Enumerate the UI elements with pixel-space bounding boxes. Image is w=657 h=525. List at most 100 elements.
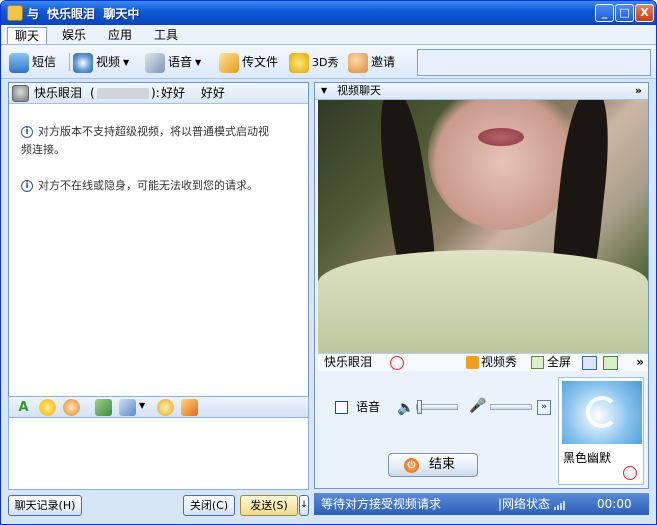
message-line: 对方不在线或隐身，可能无法收到您的请求。 bbox=[38, 179, 258, 192]
contact-paren-open: ( bbox=[90, 86, 95, 100]
contact-paren-close: ): bbox=[151, 86, 160, 100]
screenshot-dropdown-icon[interactable]: ▼ bbox=[139, 401, 145, 410]
contact-show-name: 黑色幽默 bbox=[563, 451, 612, 465]
contact-status: 好好 好好 bbox=[161, 86, 225, 100]
music-icon[interactable] bbox=[157, 399, 174, 416]
video-panel-more-icon[interactable]: » bbox=[635, 83, 642, 99]
emoticon-icon[interactable] bbox=[39, 399, 56, 416]
system-message-continued: 频连接。 bbox=[21, 141, 65, 159]
contact-show-image bbox=[562, 381, 642, 444]
sms-button[interactable]: 短信 bbox=[9, 51, 56, 73]
send-button[interactable]: 发送(S) bbox=[240, 495, 298, 516]
send-file-button[interactable]: 传文件 bbox=[219, 51, 278, 73]
file-transfer-icon bbox=[219, 52, 239, 73]
video-image-region bbox=[428, 100, 578, 230]
video-panel-header: ▼ 视频聊天 » bbox=[315, 83, 648, 100]
minimize-button[interactable]: _ bbox=[595, 4, 614, 22]
contact-avatar[interactable] bbox=[12, 85, 29, 102]
message-input[interactable] bbox=[8, 418, 309, 490]
chat-header: 快乐眼泪 ( ): 好好 好好 bbox=[9, 83, 308, 104]
collapse-icon[interactable]: ▼ bbox=[321, 83, 327, 99]
remote-video-feed[interactable] bbox=[318, 100, 648, 353]
system-message: i 对方不在线或隐身，可能无法收到您的请求。 bbox=[21, 177, 258, 195]
app-icon bbox=[7, 5, 23, 21]
title-bar[interactable]: 与快乐眼泪 聊天中 _ □ X bbox=[1, 1, 656, 25]
speaker-volume-slider[interactable] bbox=[416, 400, 458, 414]
tab-chat[interactable]: 聊天 bbox=[7, 27, 48, 44]
3d-show-icon bbox=[289, 52, 309, 73]
send-options-button[interactable]: ↓ bbox=[299, 495, 309, 516]
message-line: 频连接。 bbox=[21, 143, 65, 156]
font-icon[interactable]: A bbox=[15, 399, 32, 416]
sms-label: 短信 bbox=[32, 55, 57, 69]
slider-handle[interactable] bbox=[417, 400, 422, 414]
chat-history-button[interactable]: 聊天记录(H) bbox=[8, 495, 82, 516]
fullscreen-button[interactable]: 全屏 bbox=[531, 354, 571, 371]
contact-show-box[interactable]: 黑色幽默 bbox=[558, 377, 644, 485]
video-show-button[interactable]: 视频秀 bbox=[466, 354, 517, 371]
voice-dropdown-icon[interactable]: ▼ bbox=[195, 58, 201, 67]
magic-emoticon-icon[interactable] bbox=[63, 399, 80, 416]
contact-name[interactable]: 快乐眼泪 bbox=[34, 83, 82, 104]
video-button[interactable]: 视频 ▼ bbox=[73, 51, 129, 73]
tab-tools[interactable]: 工具 bbox=[147, 27, 185, 44]
title-suffix: 聊天中 bbox=[103, 7, 140, 21]
send-file-label: 传文件 bbox=[242, 55, 279, 69]
toolbar-banner-area[interactable] bbox=[417, 49, 651, 76]
screenshot-icon[interactable] bbox=[119, 399, 136, 416]
end-call-label: 结束 bbox=[429, 457, 456, 472]
audio-more-button[interactable]: » bbox=[537, 400, 551, 415]
invite-user-icon bbox=[348, 52, 368, 73]
sms-icon bbox=[9, 52, 29, 73]
power-icon: ⏻ bbox=[404, 458, 419, 473]
video-contact-name: 快乐眼泪 bbox=[324, 355, 373, 369]
invite-label: 邀请 bbox=[371, 55, 396, 69]
tab-apps[interactable]: 应用 bbox=[101, 27, 139, 44]
3d-show-label: 3D秀 bbox=[312, 56, 339, 69]
video-panel: ▼ 视频聊天 » 快乐眼泪 视频秀 全屏 » 语音 🔈 🎤 » ⏻ 结束 黑色幽… bbox=[314, 82, 649, 489]
title-contact-name: 快乐眼泪 bbox=[47, 7, 96, 21]
speaker-icon[interactable]: 🔈 bbox=[397, 400, 414, 416]
signal-strength-icon bbox=[554, 500, 568, 510]
window-title: 与快乐眼泪 聊天中 bbox=[27, 5, 139, 22]
video-show-icon bbox=[466, 356, 479, 369]
video-image-region bbox=[318, 250, 648, 353]
history-icon[interactable] bbox=[181, 399, 198, 416]
call-timer: 00:00 bbox=[597, 497, 632, 511]
camera-snapshot-icon[interactable] bbox=[582, 356, 597, 370]
title-prefix: 与 bbox=[27, 7, 40, 21]
toolbar: 短信 视频 ▼ 语音 ▼ 传文件 3D秀 邀请 bbox=[1, 45, 656, 79]
toolbar-divider bbox=[69, 53, 70, 71]
show-ring-icon bbox=[586, 396, 618, 428]
fullscreen-label: 全屏 bbox=[547, 355, 572, 369]
microphone-icon[interactable]: 🎤 bbox=[469, 398, 486, 414]
fullscreen-icon bbox=[531, 356, 544, 369]
close-button[interactable]: 关闭(C) bbox=[183, 495, 235, 516]
stop-video-icon[interactable] bbox=[390, 356, 404, 370]
tab-entertainment[interactable]: 娱乐 bbox=[55, 27, 93, 44]
message-line: 对方版本不支持超级视频，将以普通模式启动视 bbox=[38, 125, 269, 138]
mic-volume-slider[interactable] bbox=[490, 404, 532, 410]
voice-checkbox-label: 语音 bbox=[356, 400, 381, 414]
video-bar-more-icon[interactable]: » bbox=[636, 354, 644, 371]
video-panel-title: 视频聊天 bbox=[337, 84, 381, 97]
contact-id-redacted bbox=[97, 88, 149, 99]
network-status-label: |网络状态 bbox=[498, 497, 551, 511]
info-icon: i bbox=[21, 126, 33, 138]
show-settings-icon[interactable] bbox=[623, 466, 637, 480]
close-window-button[interactable]: X bbox=[635, 4, 654, 22]
3d-show-button[interactable]: 3D秀 bbox=[289, 51, 338, 73]
video-dropdown-icon[interactable]: ▼ bbox=[123, 58, 129, 67]
end-call-button[interactable]: ⏻ 结束 bbox=[388, 453, 478, 477]
video-settings-icon[interactable] bbox=[603, 356, 618, 370]
invite-button[interactable]: 邀请 bbox=[348, 51, 395, 73]
video-label: 视频 bbox=[96, 55, 121, 69]
audio-controls: 语音 🔈 🎤 » ⏻ 结束 bbox=[315, 373, 555, 488]
microphone-icon bbox=[145, 52, 165, 73]
send-image-icon[interactable] bbox=[95, 399, 112, 416]
maximize-button[interactable]: □ bbox=[615, 4, 634, 22]
menu-bar: 聊天 娱乐 应用 工具 bbox=[1, 25, 656, 45]
video-show-label: 视频秀 bbox=[481, 355, 518, 369]
voice-checkbox[interactable] bbox=[335, 401, 348, 414]
voice-button[interactable]: 语音 ▼ bbox=[145, 51, 201, 73]
